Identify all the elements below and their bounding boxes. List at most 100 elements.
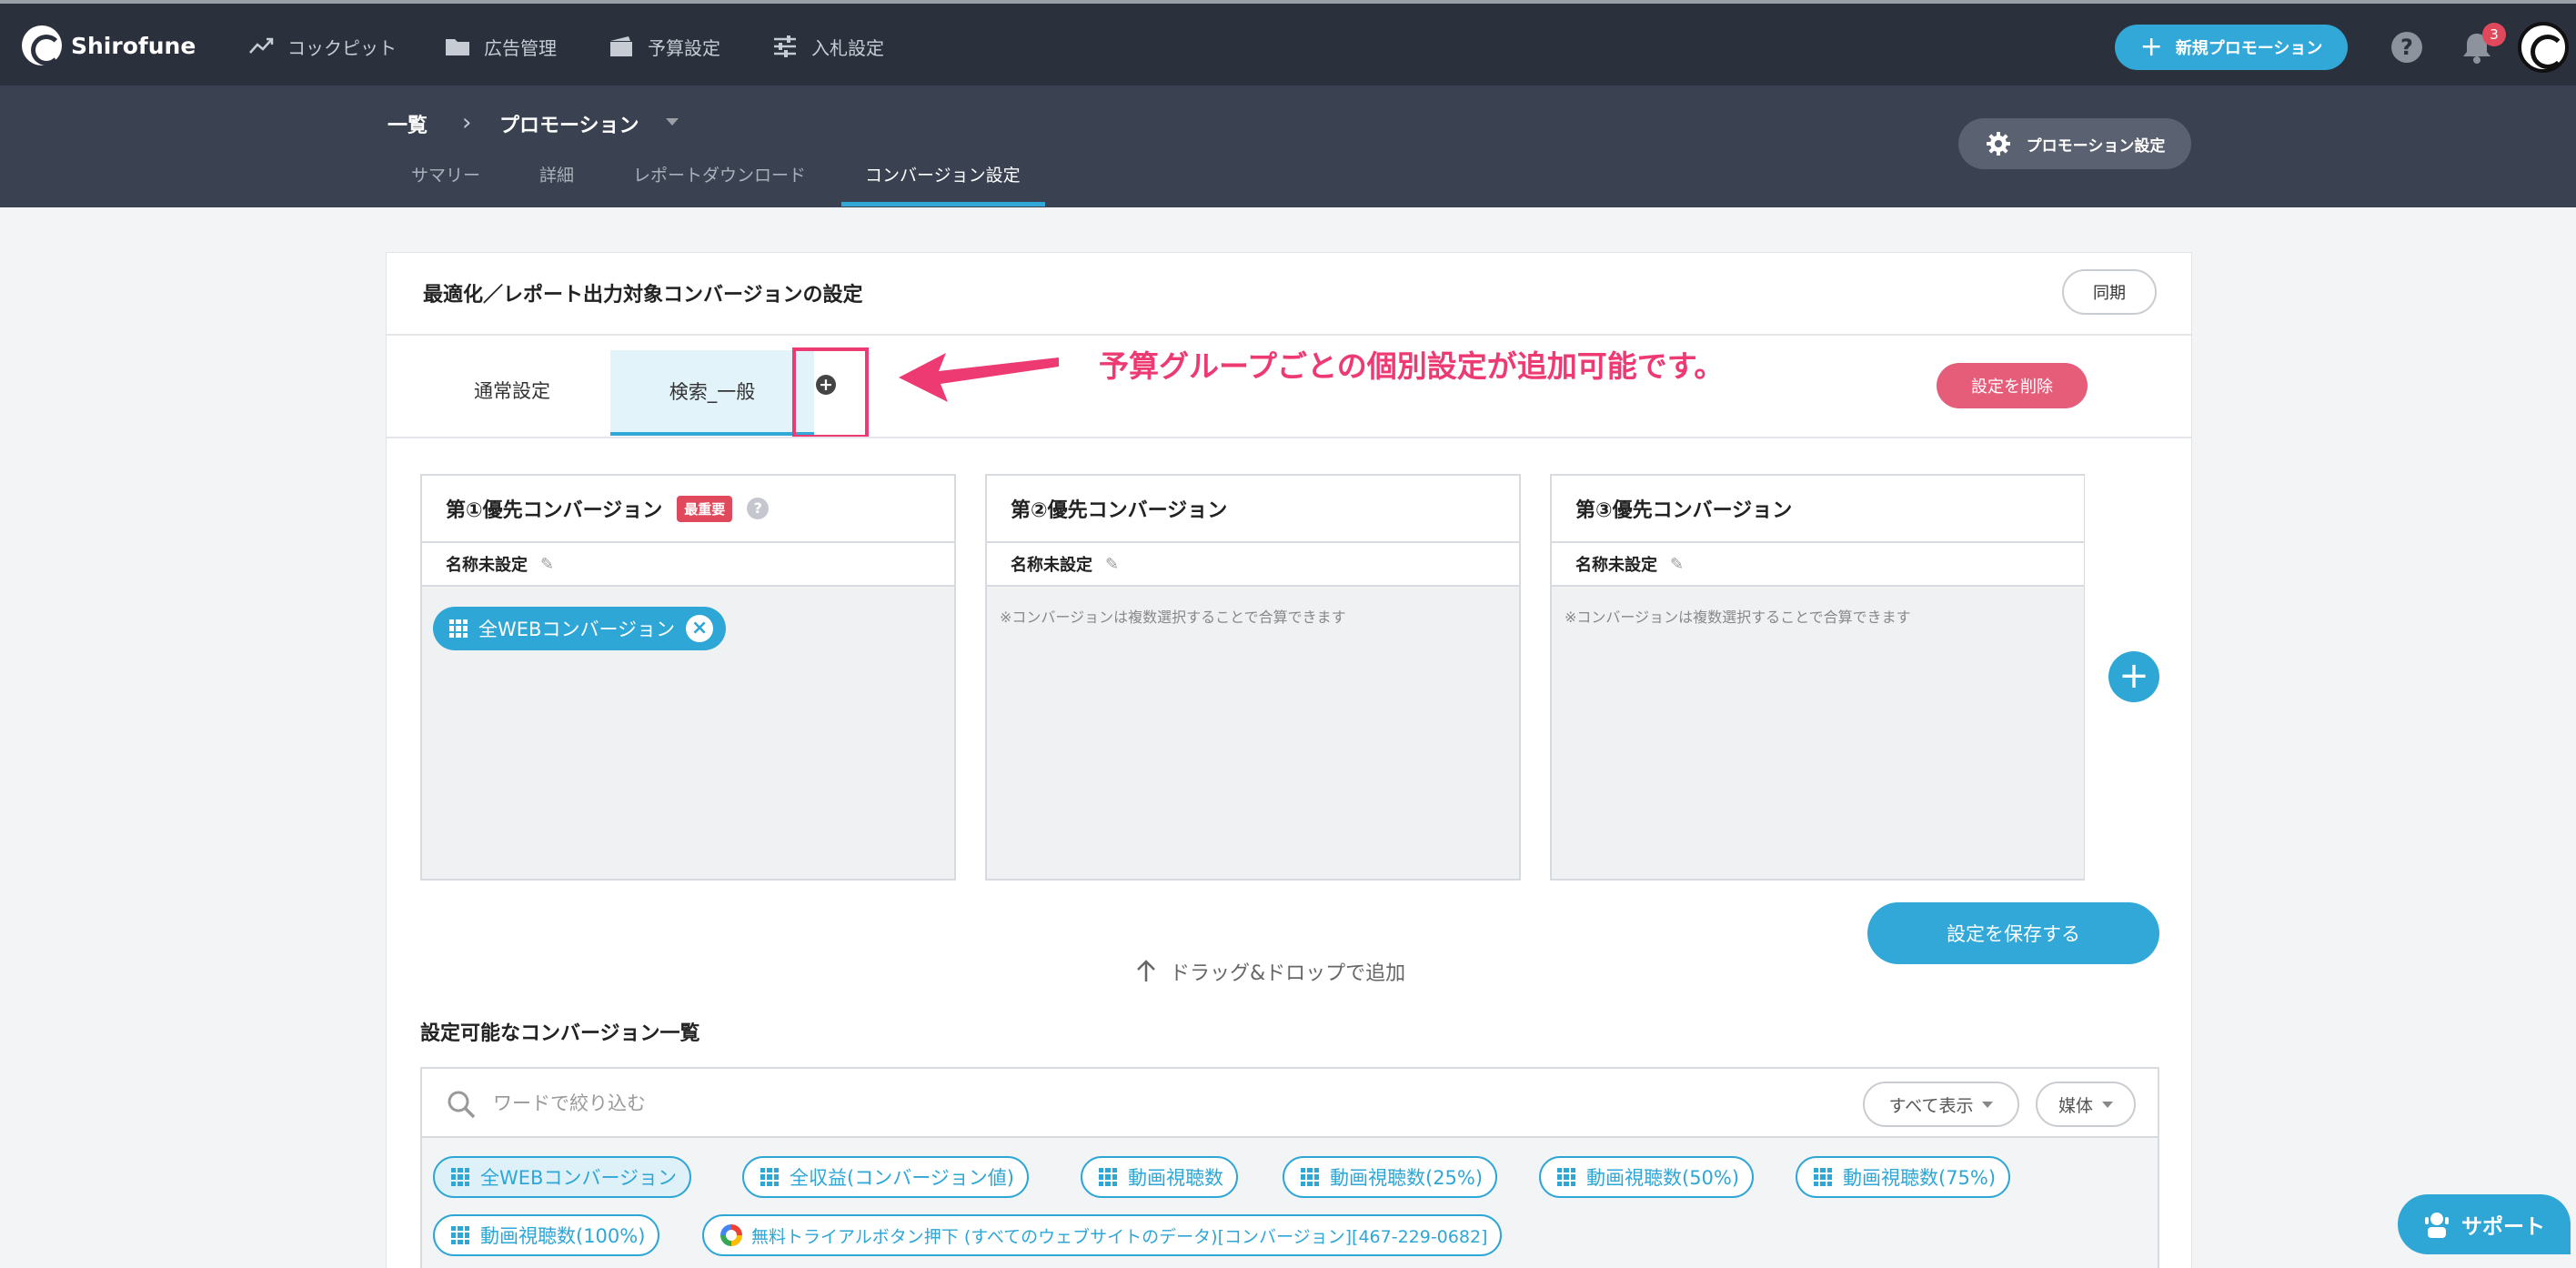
nav-item-cockpit[interactable]: コックピット — [247, 31, 397, 62]
logo-mark-icon — [22, 25, 62, 65]
folder-icon — [446, 39, 469, 55]
nav-item-label: 広告管理 — [484, 36, 557, 59]
app-logo[interactable]: Shirofune — [22, 25, 196, 65]
search-icon — [448, 1091, 476, 1119]
conversion-chip[interactable]: 動画視聴数(75%) — [1796, 1156, 2011, 1198]
question-icon[interactable]: ? — [747, 498, 770, 519]
new-promotion-label: 新規プロモーション — [2175, 39, 2323, 58]
chip-label: 動画視聴数(100%) — [480, 1225, 646, 1247]
dropdown-label: すべて表示 — [1888, 1095, 1974, 1116]
tab-search-general[interactable]: 検索_一般 — [610, 350, 814, 436]
tab-normal-settings[interactable]: 通常設定 — [474, 377, 550, 404]
breadcrumb-promotion[interactable]: プロモーション — [499, 109, 639, 138]
drag-hint-label: ドラッグ&ドロップで追加 — [1170, 962, 1406, 985]
priority-name-row[interactable]: 名称未設定 ✎ — [422, 543, 954, 587]
annotation-arrow-icon — [899, 353, 1059, 402]
conversion-chip[interactable]: 無料トライアルボタン押下 (すべてのウェブサイトのデータ)[コンバージョン][4… — [702, 1214, 1503, 1256]
avatar[interactable] — [2518, 22, 2569, 73]
priority-drop-zone[interactable]: 全WEBコンバージョン × — [422, 587, 954, 879]
grid-icon — [451, 1168, 469, 1186]
card-title: 最適化／レポート出力対象コンバージョンの設定 — [423, 284, 863, 307]
pencil-icon[interactable]: ✎ — [540, 555, 554, 574]
media-filter-dropdown[interactable]: 媒体 — [2036, 1082, 2136, 1127]
pencil-icon[interactable]: ✎ — [1105, 555, 1119, 574]
close-icon[interactable]: × — [686, 615, 714, 642]
notification-count-badge: 3 — [2482, 23, 2506, 46]
chip-label: 動画視聴数(50%) — [1586, 1167, 1740, 1189]
filter-all-dropdown[interactable]: すべて表示 — [1863, 1082, 2019, 1127]
search-row: すべて表示 媒体 — [422, 1069, 2158, 1138]
nav-item-label: コックピット — [287, 36, 397, 59]
priority-title: 第③優先コンバージョン — [1575, 499, 1793, 522]
google-icon — [720, 1224, 742, 1246]
priority-title: 第①優先コンバージョン — [446, 499, 663, 522]
conversion-chip[interactable]: 全WEBコンバージョン — [433, 1156, 692, 1198]
priority-header: 第②優先コンバージョン — [987, 476, 1519, 543]
sub-header: 一覧 › プロモーション サマリー 詳細 レポートダウンロード コンバージョン設… — [0, 86, 2576, 207]
promotion-settings-button[interactable]: プロモーション設定 — [1958, 118, 2191, 169]
chevron-down-icon — [1982, 1101, 1994, 1108]
highlight-box — [792, 347, 869, 438]
help-icon[interactable]: ? — [2391, 32, 2422, 63]
nav-item-bidding[interactable]: 入札設定 — [771, 31, 884, 62]
tab-summary[interactable]: サマリー — [411, 162, 480, 186]
conversion-chip[interactable]: 全収益(コンバージョン値) — [742, 1156, 1029, 1198]
tab-details[interactable]: 詳細 — [539, 162, 574, 186]
conversion-chip[interactable]: 動画視聴数 — [1081, 1156, 1238, 1198]
divider — [387, 437, 2191, 438]
priority-drop-zone[interactable]: ※コンバージョンは複数選択することで合算できます — [1552, 587, 2084, 879]
grid-icon — [1557, 1168, 1575, 1186]
priority-name: 名称未設定 — [1575, 556, 1657, 575]
nav-item-label: 予算設定 — [648, 36, 720, 59]
chevron-down-icon[interactable] — [666, 118, 679, 126]
save-settings-button[interactable]: 設定を保存する — [1867, 902, 2159, 964]
active-tab-indicator — [841, 202, 1045, 206]
divider — [387, 334, 2191, 336]
grid-icon — [760, 1168, 779, 1186]
new-promotion-button[interactable]: + 新規プロモーション — [2115, 25, 2348, 70]
grid-icon — [449, 619, 468, 638]
add-priority-button[interactable]: + — [2108, 651, 2159, 702]
priority-column-1: 第①優先コンバージョン 最重要 ? 名称未設定 ✎ 全WEBコンバージョン × — [420, 474, 956, 881]
chip-label: 全WEBコンバージョン — [480, 1167, 678, 1189]
grid-icon — [1099, 1168, 1117, 1186]
conversion-chip[interactable]: 動画視聴数(50%) — [1539, 1156, 1755, 1198]
app-name: Shirofune — [71, 32, 196, 59]
dropdown-label: 媒体 — [2058, 1095, 2093, 1116]
top-navigation-bar: Shirofune コックピット 広告管理 予算設定 入札設定 + 新規プロモー… — [0, 0, 2576, 86]
priority-columns: 第①優先コンバージョン 最重要 ? 名称未設定 ✎ 全WEBコンバージョン × … — [420, 474, 2085, 881]
conversion-chip[interactable]: 動画視聴数(25%) — [1283, 1156, 1498, 1198]
chevron-right-icon: › — [462, 109, 472, 136]
priority-name-row[interactable]: 名称未設定 ✎ — [1552, 543, 2084, 587]
conversion-list-panel: すべて表示 媒体 全WEBコンバージョン 全収益(コンバージョン値) 動画視聴数… — [420, 1067, 2159, 1268]
grid-icon — [1301, 1168, 1319, 1186]
nav-item-budget[interactable]: 予算設定 — [608, 31, 720, 62]
chevron-down-icon — [2102, 1101, 2113, 1108]
chip-label: 全収益(コンバージョン値) — [790, 1167, 1014, 1189]
grid-icon — [1814, 1168, 1832, 1186]
promotion-settings-label: プロモーション設定 — [2026, 136, 2166, 156]
delete-settings-button[interactable]: 設定を削除 — [1937, 363, 2088, 408]
chip-label: 動画視聴数 — [1128, 1167, 1223, 1189]
search-input[interactable] — [493, 1083, 1312, 1123]
priority-name: 名称未設定 — [1011, 556, 1092, 575]
priority-drop-zone[interactable]: ※コンバージョンは複数選択することで合算できます — [987, 587, 1519, 879]
priority-column-3: 第③優先コンバージョン 名称未設定 ✎ ※コンバージョンは複数選択することで合算… — [1550, 474, 2085, 881]
tab-label: 検索_一般 — [669, 381, 756, 403]
pencil-icon[interactable]: ✎ — [1670, 555, 1684, 574]
chip-label: 無料トライアルボタン押下 (すべてのウェブサイトのデータ)[コンバージョン][4… — [751, 1226, 1488, 1247]
sync-button[interactable]: 同期 — [2062, 269, 2157, 315]
priority-header: 第①優先コンバージョン 最重要 ? — [422, 476, 954, 543]
gear-icon — [1986, 132, 2010, 156]
breadcrumb-list-link[interactable]: 一覧 — [387, 109, 428, 138]
priority-name-row[interactable]: 名称未設定 ✎ — [987, 543, 1519, 587]
tab-report-download[interactable]: レポートダウンロード — [633, 162, 806, 186]
grid-icon — [451, 1226, 469, 1244]
support-button[interactable]: サポート — [2398, 1194, 2571, 1254]
conversion-chip[interactable]: 全WEBコンバージョン × — [433, 607, 727, 650]
nav-item-ads[interactable]: 広告管理 — [444, 31, 557, 62]
tab-conversion-settings[interactable]: コンバージョン設定 — [865, 162, 1021, 186]
nav-item-label: 入札設定 — [811, 36, 884, 59]
conversion-chip[interactable]: 動画視聴数(100%) — [433, 1214, 660, 1256]
most-important-badge: 最重要 — [677, 495, 733, 522]
